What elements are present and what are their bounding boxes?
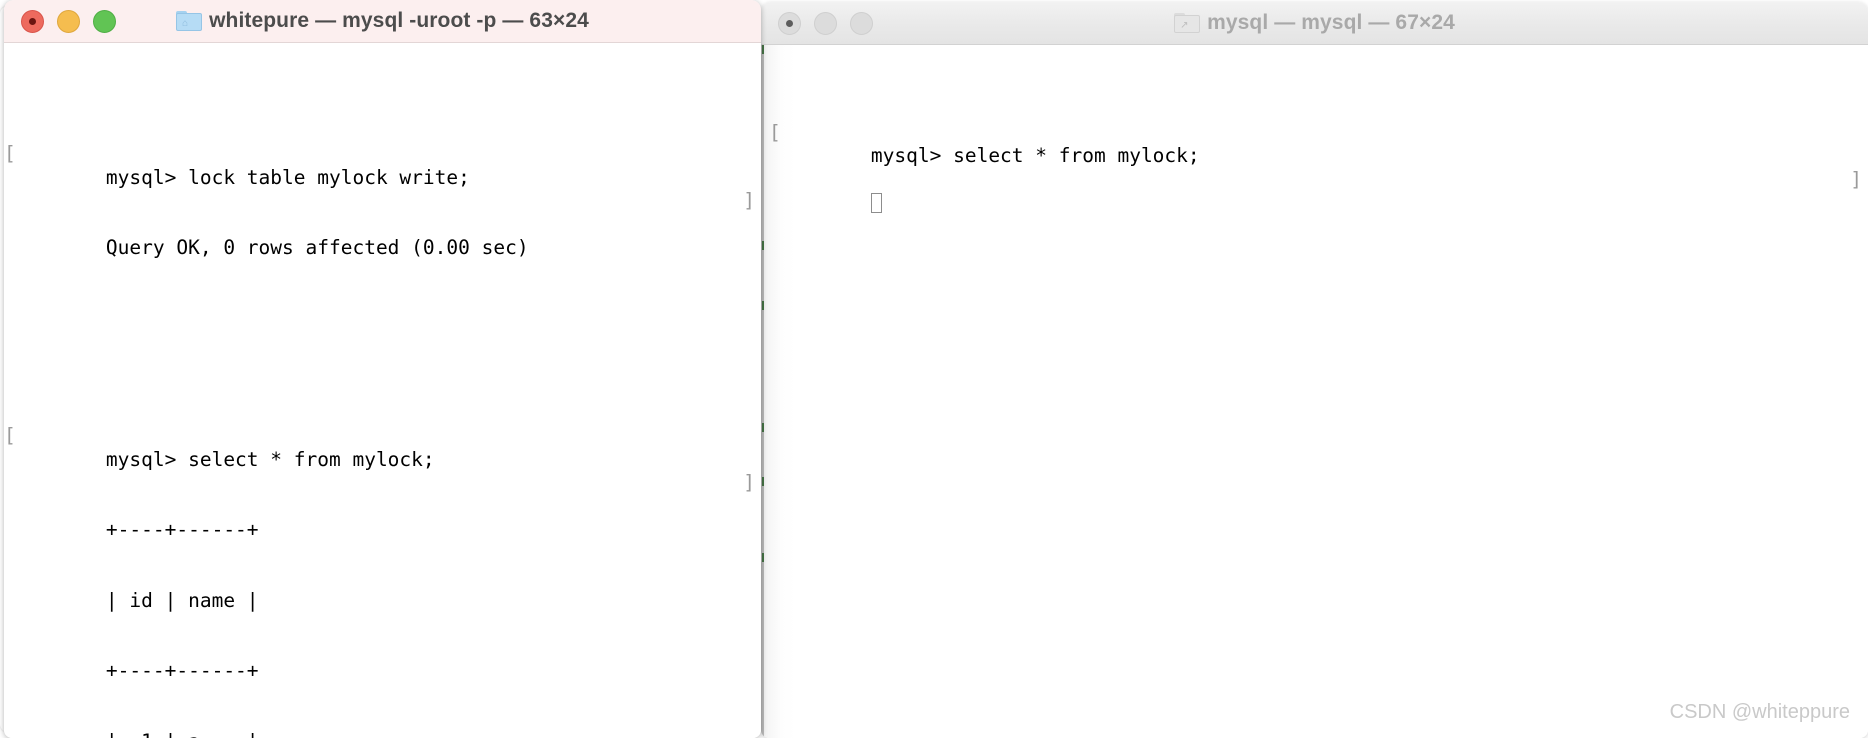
title-center-right: ↗ mysql — mysql — 67×24 [761, 2, 1868, 44]
terminal-line: | 1 | a | [12, 706, 761, 738]
terminal-output-right: [ mysql> select * from mylock; ] [761, 45, 1868, 238]
terminal-line-text: | 1 | a | [106, 730, 259, 738]
line-start-marker: [ [769, 120, 781, 144]
terminal-line: +----+------+ [12, 495, 761, 541]
scroll-tick [762, 477, 764, 486]
terminal-output-left: [ mysql> lock table mylock write; ] Quer… [4, 43, 761, 738]
scroll-tick [762, 45, 764, 54]
folder-icon: ↗ [1174, 13, 1201, 33]
terminal-line-text: mysql> select * from mylock; [105, 447, 435, 471]
terminal-body-left[interactable]: [ mysql> lock table mylock write; ] Quer… [4, 43, 761, 738]
terminal-window-right[interactable]: ↗ mysql — mysql — 67×24 [ mysql> select … [761, 2, 1868, 738]
traffic-lights-left[interactable] [4, 9, 116, 33]
terminal-line-text: mysql> select * from mylock; [870, 144, 1200, 167]
line-start-marker: [ [4, 142, 16, 165]
titlebar-left[interactable]: ⌂ whitepure — mysql -uroot -p — 63×24 [4, 0, 761, 43]
window-title-right: mysql — mysql — 67×24 [1207, 11, 1455, 34]
watermark: CSDN @whiteppure [1669, 701, 1850, 723]
titlebar-right[interactable]: ↗ mysql — mysql — 67×24 [761, 2, 1868, 45]
line-end-marker: ] [743, 471, 755, 494]
terminal-line: [ mysql> lock table mylock write; ] [4, 119, 761, 212]
terminal-line: Query OK, 0 rows affected (0.00 sec) [12, 213, 761, 259]
terminal-line: [ mysql> select * from mylock; ] [4, 401, 761, 494]
line-end-marker: ] [743, 189, 755, 212]
terminal-window-left[interactable]: ⌂ whitepure — mysql -uroot -p — 63×24 [ … [4, 0, 761, 738]
maximize-button[interactable] [850, 11, 873, 35]
line-start-marker: [ [4, 424, 16, 447]
folder-icon: ⌂ [176, 11, 203, 31]
terminal-line-text: +----+------+ [105, 659, 259, 682]
terminal-cursor-line-right[interactable] [777, 168, 1868, 213]
scroll-tick [762, 301, 764, 310]
scroll-tick [762, 553, 764, 562]
terminal-line-text: Query OK, 0 rows affected (0.00 sec) [105, 236, 529, 259]
minimize-button[interactable] [57, 9, 80, 33]
terminal-body-right[interactable]: [ mysql> select * from mylock; ] [761, 45, 1868, 738]
maximize-button[interactable] [93, 9, 116, 33]
title-center-left: ⌂ whitepure — mysql -uroot -p — 63×24 [4, 0, 761, 42]
terminal-line: | id | name | [12, 565, 761, 612]
window-title-left: whitepure — mysql -uroot -p — 63×24 [209, 9, 589, 32]
window-edge-divider [761, 45, 764, 738]
terminal-line-text: | id | name | [105, 588, 259, 612]
terminal-prompt-line-right[interactable]: [ mysql> select * from mylock; ] [769, 97, 1868, 191]
scroll-tick [762, 423, 764, 432]
terminal-line: +----+------+ [12, 636, 761, 682]
close-button[interactable] [778, 11, 801, 35]
text-cursor [870, 193, 882, 213]
minimize-button[interactable] [814, 11, 837, 35]
scroll-tick [762, 241, 764, 250]
traffic-lights-right[interactable] [761, 11, 873, 35]
close-button[interactable] [21, 9, 44, 33]
terminal-line-text: +----+------+ [105, 518, 259, 541]
terminal-line-text: mysql> lock table mylock write; [105, 165, 470, 189]
